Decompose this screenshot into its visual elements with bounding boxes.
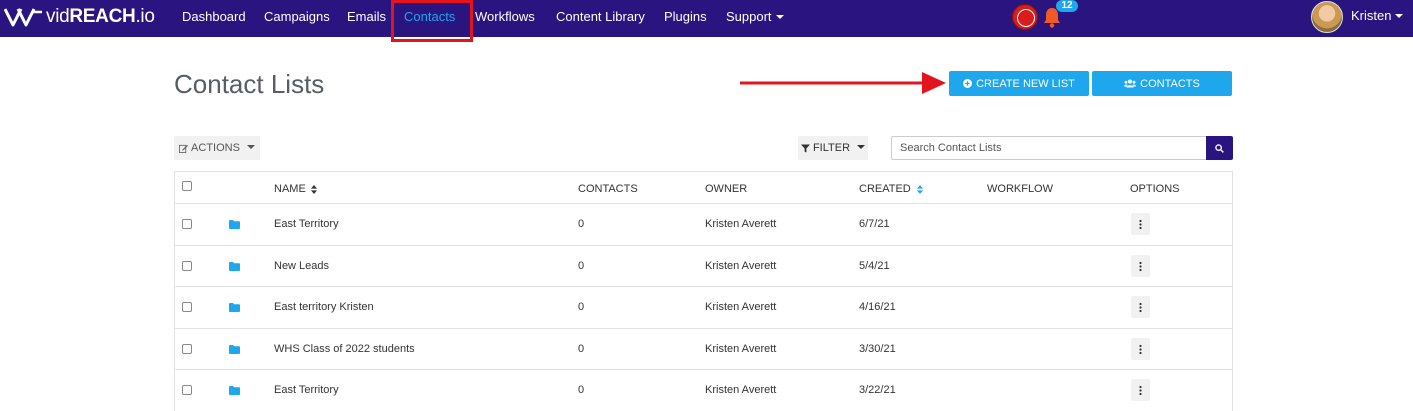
table-row[interactable]: East Territory 0 Kristen Averett 6/7/21 [175, 203, 1232, 244]
list-name[interactable]: East Territory [274, 218, 339, 230]
folder-icon [229, 386, 240, 395]
created-date: 4/16/21 [859, 301, 896, 313]
created-date: 6/7/21 [859, 218, 890, 230]
select-all-checkbox[interactable] [182, 181, 192, 191]
owner: Kristen Averett [705, 384, 777, 396]
notification-count-badge: 12 [1056, 0, 1078, 12]
column-header-created-label: CREATED [859, 183, 911, 195]
nav-dashboard[interactable]: Dashboard [182, 9, 246, 24]
page-title: Contact Lists [174, 69, 325, 99]
kebab-menu-icon [1139, 219, 1142, 229]
nav-support[interactable]: Support [726, 9, 784, 24]
search-icon [1215, 143, 1224, 153]
created-date: 5/4/21 [859, 260, 890, 272]
contact-lists-table: NAME CONTACTS OWNER CREATED WORKFLOW OPT… [174, 171, 1233, 411]
table-row[interactable]: New Leads 0 Kristen Averett 5/4/21 [175, 245, 1232, 286]
row-options-button[interactable] [1131, 255, 1150, 277]
created-date: 3/30/21 [859, 343, 896, 355]
kebab-menu-icon [1139, 385, 1142, 395]
filter-dropdown-button[interactable]: FILTER [798, 136, 868, 160]
column-header-name[interactable]: NAME [274, 183, 317, 195]
folder-icon [229, 220, 240, 229]
contact-count: 0 [578, 301, 585, 313]
table-row[interactable]: East Territory 0 Kristen Averett 3/22/21 [175, 369, 1232, 410]
edit-icon [179, 144, 189, 153]
table-row[interactable]: East territory Kristen 0 Kristen Averett… [175, 286, 1232, 327]
owner: Kristen Averett [705, 218, 777, 230]
created-date: 3/22/21 [859, 384, 896, 396]
chevron-down-icon [1395, 13, 1404, 18]
folder-icon [229, 262, 240, 271]
kebab-menu-icon [1139, 302, 1142, 312]
actions-dropdown-button[interactable]: ACTIONS [174, 136, 260, 160]
brand-logo[interactable]: vidREACH.io [4, 4, 155, 30]
folder-icon [229, 345, 240, 354]
search-input[interactable] [891, 136, 1207, 160]
avatar[interactable] [1311, 1, 1343, 33]
row-options-button[interactable] [1131, 379, 1150, 401]
table-row[interactable]: WHS Class of 2022 students 0 Kristen Ave… [175, 328, 1232, 369]
user-menu[interactable]: Kristen [1351, 8, 1404, 23]
row-checkbox[interactable] [182, 302, 192, 312]
filter-label: FILTER [812, 142, 851, 154]
contact-count: 0 [578, 260, 585, 272]
vidreach-logo-icon [4, 8, 42, 27]
search-button[interactable] [1206, 136, 1233, 160]
chevron-down-icon [775, 14, 784, 19]
nav-campaigns[interactable]: Campaigns [264, 9, 330, 24]
list-name[interactable]: WHS Class of 2022 students [274, 343, 415, 355]
top-navbar: vidREACH.io Dashboard Campaigns Emails C… [0, 0, 1413, 37]
row-checkbox[interactable] [182, 344, 192, 354]
user-name: Kristen [1351, 8, 1392, 23]
chevron-down-icon [246, 145, 255, 149]
create-new-list-label: CREATE NEW LIST [976, 77, 1075, 90]
list-name[interactable]: East Territory [274, 384, 339, 396]
contact-count: 0 [578, 384, 585, 396]
contacts-button-label: CONTACTS [1140, 77, 1200, 90]
row-checkbox[interactable] [182, 219, 192, 229]
contact-count: 0 [578, 343, 585, 355]
nav-emails[interactable]: Emails [347, 9, 386, 24]
column-header-owner: OWNER [705, 183, 748, 195]
owner: Kristen Averett [705, 260, 777, 272]
kebab-menu-icon [1139, 344, 1142, 354]
chevron-down-icon [857, 145, 866, 149]
nav-plugins[interactable]: Plugins [664, 9, 707, 24]
contacts-highlight-box [391, 0, 473, 42]
row-options-button[interactable] [1131, 296, 1150, 318]
list-name[interactable]: East territory Kristen [274, 301, 374, 313]
actions-label: ACTIONS [191, 142, 240, 154]
arrow-right-icon [740, 72, 946, 94]
row-options-button[interactable] [1131, 338, 1150, 360]
owner: Kristen Averett [705, 301, 777, 313]
column-header-workflow: WORKFLOW [987, 183, 1053, 195]
contacts-button[interactable]: CONTACTS [1092, 71, 1232, 96]
filter-icon [800, 143, 810, 153]
column-header-name-label: NAME [274, 183, 306, 195]
plus-circle-icon [963, 79, 973, 88]
row-checkbox[interactable] [182, 385, 192, 395]
sort-icon [916, 184, 923, 194]
owner: Kristen Averett [705, 343, 777, 355]
logo-text: vidREACH.io [46, 6, 155, 27]
contact-count: 0 [578, 218, 585, 230]
kebab-menu-icon [1139, 261, 1142, 271]
nav-workflows[interactable]: Workflows [475, 9, 535, 24]
nav-content-library[interactable]: Content Library [556, 9, 645, 24]
create-new-list-button[interactable]: CREATE NEW LIST [949, 71, 1089, 96]
row-checkbox[interactable] [182, 261, 192, 271]
column-header-created[interactable]: CREATED [859, 183, 923, 195]
nav-support-label: Support [726, 9, 772, 24]
folder-icon [229, 303, 240, 312]
column-header-contacts: CONTACTS [578, 183, 638, 195]
row-options-button[interactable] [1131, 213, 1150, 235]
list-name[interactable]: New Leads [274, 260, 329, 272]
users-icon [1124, 79, 1137, 88]
sort-icon [310, 184, 317, 194]
record-icon[interactable] [1012, 4, 1038, 30]
column-header-options: OPTIONS [1130, 183, 1180, 195]
